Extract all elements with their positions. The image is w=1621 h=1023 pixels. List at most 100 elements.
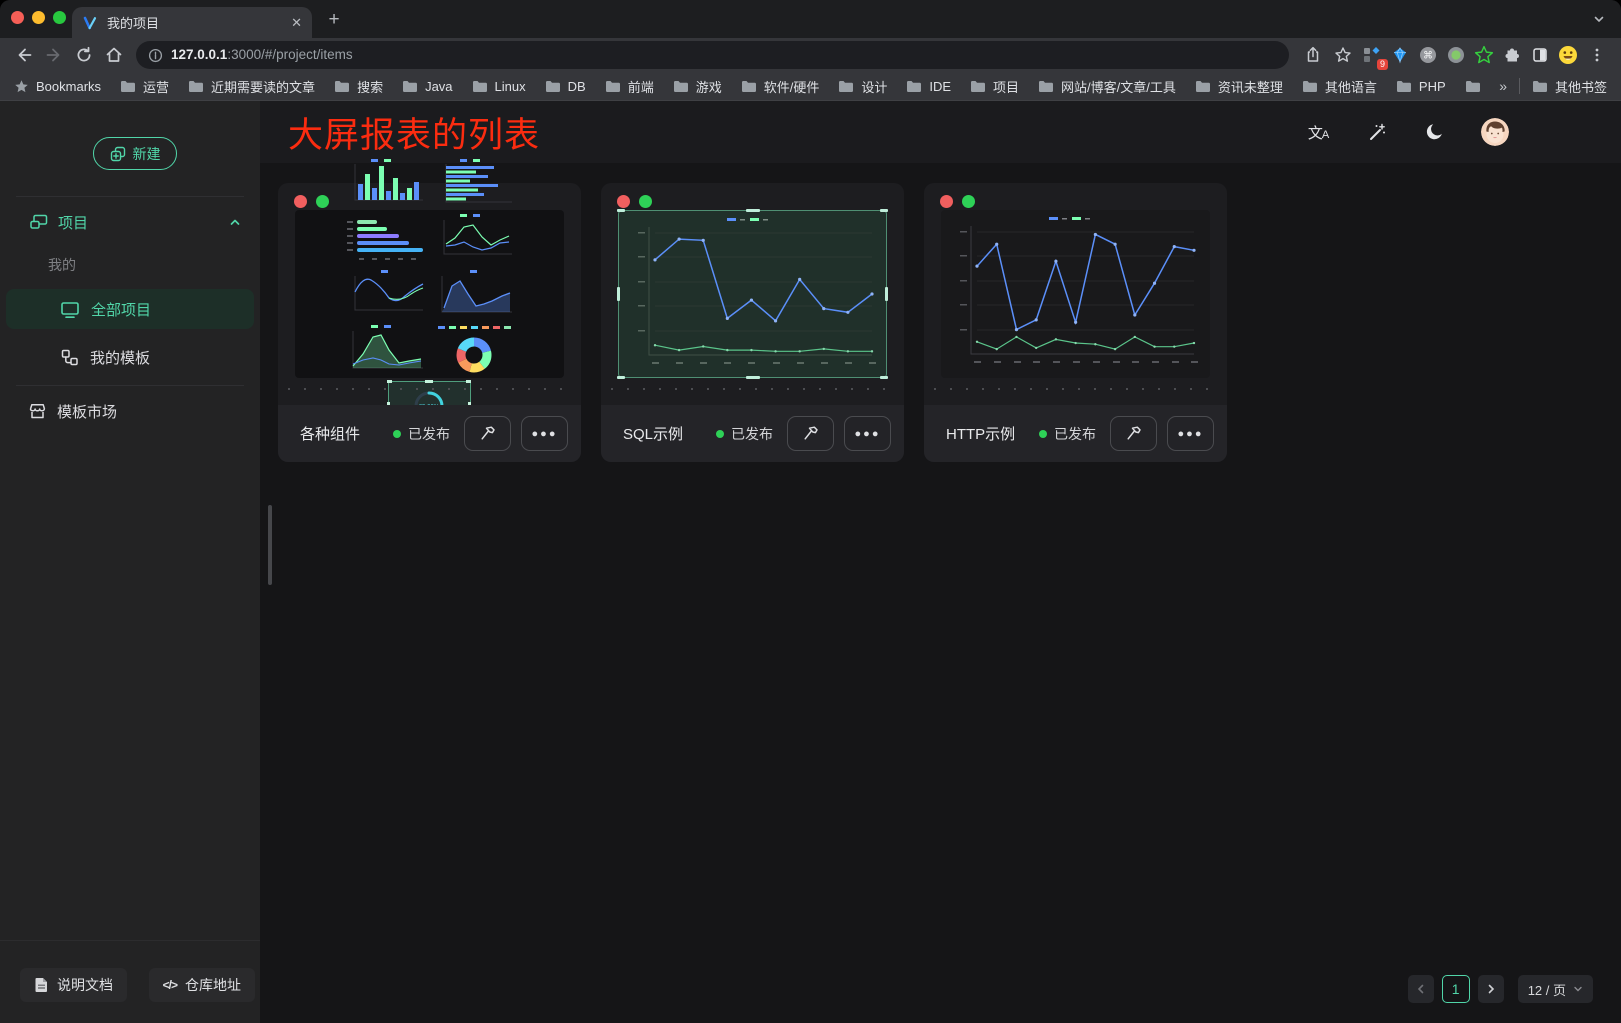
reload-button[interactable] (70, 41, 98, 69)
pagination-current-page[interactable]: 1 (1442, 975, 1470, 1003)
bookmark-folder[interactable]: 运营 (120, 77, 169, 96)
bookmark-folder[interactable]: IDE (906, 77, 951, 96)
card-name: SQL示例 (623, 423, 683, 444)
bookmark-folder-label: DB (568, 79, 586, 94)
project-card[interactable]: HTTP示例 已发布 ●●● (924, 183, 1227, 462)
bookmark-folder[interactable]: 近期需要读的文章 (188, 77, 315, 96)
tab-search-chevron-icon[interactable] (1593, 13, 1605, 25)
forward-button[interactable] (40, 41, 68, 69)
page-size-select[interactable]: 12 / 页 (1518, 975, 1593, 1003)
sidebar-section-project-label: 项目 (58, 212, 88, 233)
bookmark-folder[interactable]: 软件/硬件 (741, 77, 820, 96)
sidebar-item-all-projects[interactable]: 全部项目 (6, 289, 254, 329)
docs-button[interactable]: 说明文档 (20, 968, 127, 1002)
thumb-donut-chart (432, 324, 517, 376)
extension-grid-icon[interactable]: 9 (1359, 42, 1385, 68)
extension-gem-icon[interactable] (1387, 42, 1413, 68)
theme-wand-button[interactable] (1365, 120, 1389, 144)
status-badge: 已发布 (1039, 424, 1096, 444)
translate-button[interactable]: 文A (1307, 120, 1331, 144)
status-label: 已发布 (731, 424, 773, 444)
bookmark-folder[interactable]: 游戏 (673, 77, 722, 96)
sidebar-section-project[interactable]: 项目 (0, 207, 260, 237)
zoom-window-button[interactable] (53, 11, 66, 24)
folder-icon (472, 80, 488, 93)
other-bookmarks[interactable]: 其他书签 (1532, 77, 1607, 96)
chevron-right-icon (1485, 983, 1497, 995)
card-footer: 各种组件 已发布 ●●● (278, 405, 581, 462)
profile-avatar-emoji[interactable] (1555, 42, 1581, 68)
bookmark-folder[interactable]: 其他语言 (1302, 77, 1377, 96)
edit-button[interactable] (787, 416, 834, 451)
bookmark-folder[interactable]: 前端 (605, 77, 654, 96)
thumb-bar-chart (343, 156, 428, 208)
user-avatar[interactable] (1481, 118, 1509, 146)
sidebar-item-my-templates[interactable]: 我的模板 (6, 337, 254, 377)
more-button[interactable]: ●●● (1167, 416, 1214, 451)
bookmarks-overflow-chevron[interactable]: » (1499, 78, 1507, 94)
bookmark-folder-label: PHP (1419, 79, 1446, 94)
close-window-button[interactable] (11, 11, 24, 24)
new-project-button[interactable]: 新建 (93, 137, 177, 170)
url-path: :3000/#/project/items (227, 47, 352, 62)
bookmark-folder[interactable]: DB (545, 77, 586, 96)
bookmarks-divider (1519, 78, 1520, 94)
more-button[interactable]: ●●● (521, 416, 568, 451)
thumb-area-chart-green (343, 324, 428, 376)
bookmark-folder[interactable]: Linux (472, 77, 526, 96)
project-card[interactable]: 25.00% 各种组件 已发布 ●●● (278, 183, 581, 462)
minimize-window-button[interactable] (32, 11, 45, 24)
site-info-icon[interactable] (148, 48, 163, 63)
share-button[interactable] (1299, 41, 1327, 69)
card-dot-red (294, 195, 307, 208)
scrollbar-thumb[interactable] (268, 505, 272, 585)
browser-menu-button[interactable] (1583, 41, 1611, 69)
code-icon: </> (163, 978, 177, 992)
card-thumbnail: 25.00% (295, 210, 564, 378)
bookmarks-manager[interactable]: Bookmarks (14, 79, 101, 94)
extension-green-star-icon[interactable] (1471, 42, 1497, 68)
repo-button[interactable]: </> 仓库地址 (149, 968, 255, 1002)
extensions-puzzle-icon[interactable] (1499, 42, 1525, 68)
bookmark-star-button[interactable] (1329, 41, 1357, 69)
pagination-prev-button[interactable] (1408, 975, 1434, 1003)
bookmark-folder[interactable]: 设计 (838, 77, 887, 96)
home-button[interactable] (100, 41, 128, 69)
dark-mode-moon-button[interactable] (1423, 120, 1447, 144)
bookmark-folder-label: 游戏 (696, 77, 722, 96)
extension-command-icon[interactable]: ⌘ (1415, 42, 1441, 68)
bookmark-folder[interactable]: 项目 (970, 77, 1019, 96)
edit-button[interactable] (464, 416, 511, 451)
back-button[interactable] (10, 41, 38, 69)
bookmark-folder[interactable]: 搜索 (334, 77, 383, 96)
bookmark-folder[interactable]: Java (402, 77, 452, 96)
more-button[interactable]: ●●● (844, 416, 891, 451)
pagination-next-button[interactable] (1478, 975, 1504, 1003)
tab-close-icon[interactable]: ✕ (291, 15, 302, 31)
sidebar: 新建 项目 我的 全部项目 我的模板 模板市场 (0, 101, 260, 1023)
extension-proxy-icon[interactable] (1443, 42, 1469, 68)
chevron-up-icon[interactable] (228, 215, 242, 229)
card-dot-green (962, 195, 975, 208)
thumb-hbar-chart (432, 156, 517, 208)
new-tab-button[interactable]: + (322, 9, 346, 33)
sidebar-item-template-market[interactable]: 模板市场 (0, 395, 260, 427)
extension-halfsquare-icon[interactable] (1527, 42, 1553, 68)
project-card[interactable]: SQL示例 已发布 ●●● (601, 183, 904, 462)
goview-app: 新建 项目 我的 全部项目 我的模板 模板市场 (0, 101, 1621, 1023)
status-dot (393, 430, 401, 438)
folder-icon (741, 80, 757, 93)
bookmark-folder[interactable]: 资讯未整理 (1195, 77, 1283, 96)
bookmark-folder-label: 软件/硬件 (764, 77, 820, 96)
bookmark-folder[interactable]: PHP (1396, 77, 1446, 96)
bookmark-folder[interactable]: 网站/博客/文章/工具 (1038, 77, 1176, 96)
bookmark-folder[interactable]: 文件服务器 (1465, 77, 1481, 96)
hammer-icon (802, 425, 820, 442)
browser-tab[interactable]: 我的项目 ✕ (72, 7, 312, 38)
folder-icon (906, 80, 922, 93)
card-name: 各种组件 (300, 423, 360, 444)
sidebar-divider (16, 196, 244, 197)
edit-button[interactable] (1110, 416, 1157, 451)
bookmark-folder-label: 项目 (993, 77, 1019, 96)
address-bar[interactable]: 127.0.0.1:3000/#/project/items (136, 41, 1289, 69)
